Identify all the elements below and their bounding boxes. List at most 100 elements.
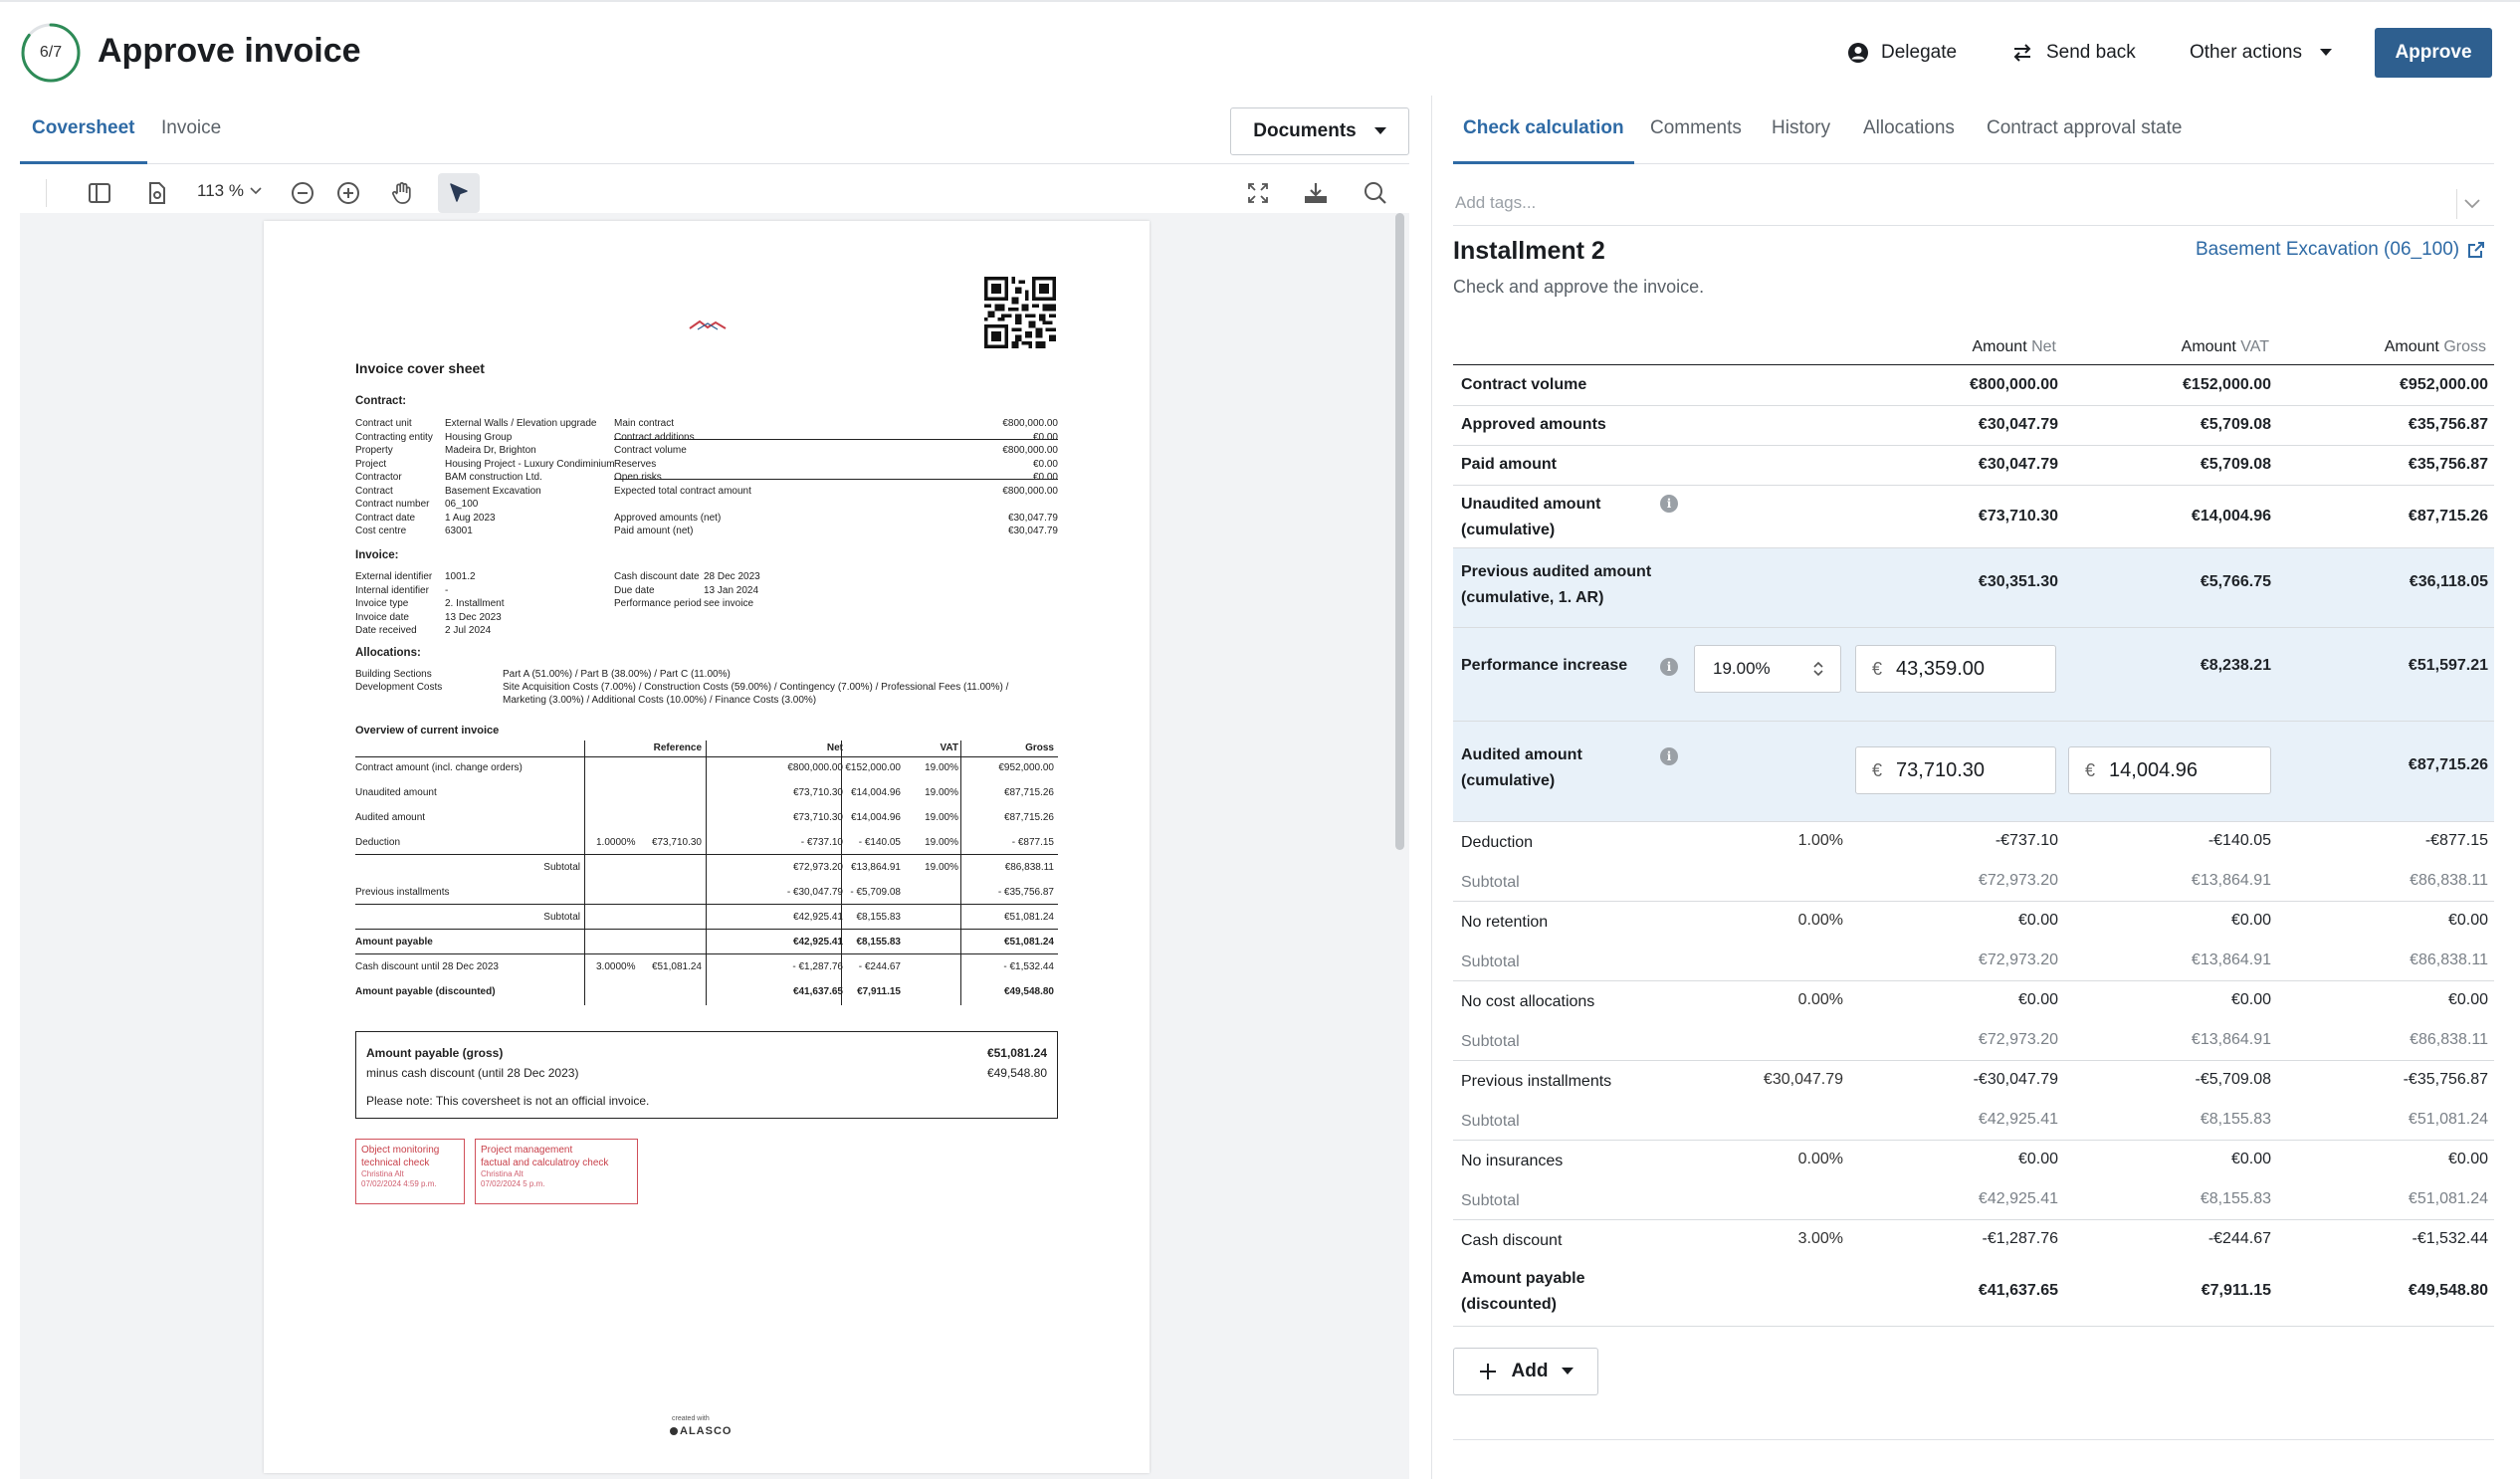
column-header-net: Amount Net — [1972, 338, 2057, 355]
doc-field-value: 1001.2 — [445, 571, 476, 582]
tab-coversheet[interactable]: Coversheet — [32, 117, 135, 139]
top-border — [0, 0, 2520, 2]
calc-row-cash-discount: Cash discount 3.00% -€1,287.76 -€244.67 -€1,… — [1453, 1228, 2494, 1256]
calc-row-approved: Approved amounts €30,047.79 €5,709.08 €35,7… — [1453, 412, 2494, 444]
doc-field-label: Contract number — [355, 499, 430, 510]
percent-value: 19.00% — [1713, 659, 1771, 678]
alloc-building-value: Part A (51.00%) / Part B (38.00%) / Part… — [503, 669, 731, 680]
calc-row-unaudited: Unaudited amount (cumulative) €73,710.30 €1… — [1453, 492, 2494, 547]
alloc-dev-value-1: Site Acquisition Costs (7.00%) / Constru… — [503, 682, 1009, 693]
audited-vat-input[interactable]: €14,004.96 — [2068, 746, 2271, 794]
stepper-arrows-icon[interactable] — [1812, 660, 1824, 678]
row-label: Previous installments — [1461, 1073, 1612, 1090]
tags-input[interactable]: Add tags... — [1455, 193, 1536, 213]
page-settings-icon[interactable] — [139, 175, 175, 211]
row-gross: €51,081.24 — [2408, 1190, 2488, 1207]
progress-label: 6/7 — [39, 44, 63, 61]
qr-code — [984, 277, 1056, 348]
row-vat: -€140.05 — [2207, 832, 2271, 849]
doc-field-label: Contract — [355, 485, 393, 497]
ov-col-rule — [841, 740, 842, 1005]
brand-logo-icon — [670, 1427, 678, 1435]
doc-field-value: Housing Group — [445, 431, 513, 443]
doc-field-label: Due date — [614, 584, 655, 596]
performance-net-input[interactable]: €43,359.00 — [1855, 645, 2056, 693]
row-percent: 0.00% — [1797, 912, 1843, 929]
send-back-button[interactable]: Send back — [2010, 36, 2136, 70]
other-actions-dropdown[interactable]: Other actions — [2190, 36, 2332, 70]
other-actions-label: Other actions — [2190, 42, 2302, 63]
approve-button[interactable]: Approve — [2375, 28, 2492, 78]
ov-rule — [355, 756, 1058, 757]
row-divider — [1453, 485, 2494, 486]
delegate-button[interactable]: Delegate — [1847, 36, 1957, 70]
doc-field-label: Contract volume — [614, 445, 687, 456]
row-label: No cost allocations — [1461, 993, 1595, 1010]
panel-separator — [1431, 96, 1432, 1479]
select-pointer-icon[interactable] — [438, 173, 480, 213]
row-vat: -€5,709.08 — [2195, 1071, 2271, 1088]
tab-comments[interactable]: Comments — [1650, 117, 1742, 139]
ov-col-rule — [960, 740, 961, 1005]
doc-field-label: Contract date — [355, 512, 416, 524]
row-label: Cash discount — [1461, 1232, 1563, 1249]
pan-hand-icon[interactable] — [384, 175, 420, 211]
tab-history[interactable]: History — [1772, 117, 1830, 139]
search-icon[interactable] — [1358, 175, 1393, 211]
row-gross: €36,118.05 — [2409, 573, 2488, 590]
info-icon[interactable]: i — [1660, 658, 1678, 676]
zoom-out-icon[interactable] — [285, 175, 320, 211]
doc-field-label: Invoice type — [355, 598, 409, 609]
stamp-line: technical check — [361, 1158, 430, 1168]
calc-row-subtotal: Subtotal €72,973.20 €13,864.91 €86,838.11 — [1453, 1029, 2494, 1057]
row-gross: €35,756.87 — [2408, 416, 2488, 433]
sidebar-toggle-icon[interactable] — [82, 175, 117, 211]
ov-row-gross: €49,548.80 — [1003, 986, 1054, 997]
fullscreen-icon[interactable] — [1240, 175, 1276, 211]
row-net: €42,925.41 — [1978, 1111, 2058, 1128]
ov-rule — [355, 904, 1058, 905]
documents-dropdown[interactable]: Documents — [1230, 107, 1409, 155]
audited-net-input[interactable]: €73,710.30 — [1855, 746, 2056, 794]
contract-link[interactable]: Basement Excavation (06_100) — [2196, 239, 2485, 261]
viewer-scrollbar[interactable] — [1395, 213, 1404, 850]
row-gross: €86,838.11 — [2410, 872, 2488, 889]
performance-percent-stepper[interactable]: 19.00% — [1694, 645, 1841, 693]
currency-symbol: € — [1872, 759, 1883, 780]
row-label: Subtotal — [1461, 874, 1520, 891]
tags-chevron-down-icon[interactable] — [2456, 189, 2486, 219]
doc-field-label: Internal identifier — [355, 584, 429, 596]
row-net: €0.00 — [2017, 991, 2058, 1008]
ov-row-net: - €737.10 — [800, 837, 843, 848]
info-icon[interactable]: i — [1660, 495, 1678, 513]
calc-row-subtotal: Subtotal €42,925.41 €8,155.83 €51,081.24 — [1453, 1109, 2494, 1137]
add-button[interactable]: Add — [1453, 1348, 1598, 1395]
row-label: Performance increase — [1461, 657, 1628, 674]
row-gross: -€1,532.44 — [2412, 1230, 2488, 1247]
tab-check-calculation[interactable]: Check calculation — [1463, 117, 1624, 139]
zoom-in-icon[interactable] — [330, 175, 366, 211]
ov-row-label: Subtotal — [543, 912, 580, 923]
zoom-select[interactable]: 113 % — [197, 181, 262, 201]
row-divider — [1453, 445, 2494, 446]
row-label: (cumulative) — [1461, 522, 1556, 538]
row-gross: €49,548.80 — [2408, 1282, 2488, 1299]
ov-row-net: - €30,047.79 — [786, 887, 843, 898]
doc-field-value: 2. Installment — [445, 598, 505, 609]
caret-down-icon — [2320, 49, 2332, 56]
info-icon[interactable]: i — [1660, 747, 1678, 765]
tab-invoice[interactable]: Invoice — [161, 117, 221, 139]
ov-row-label: Subtotal — [543, 862, 580, 873]
ov-row-gross: €51,081.24 — [1003, 912, 1054, 923]
column-header-gross: Amount Gross — [2384, 338, 2486, 355]
row-net: €72,973.20 — [1978, 951, 2058, 968]
doc-field-label: Cost centre — [355, 526, 407, 536]
tab-contract-approval-state[interactable]: Contract approval state — [1987, 117, 2182, 139]
doc-field-value: 63001 — [445, 526, 473, 536]
tab-allocations[interactable]: Allocations — [1863, 117, 1955, 139]
row-vat: €8,238.21 — [2200, 657, 2271, 674]
download-icon[interactable] — [1298, 175, 1334, 211]
calc-row-no-cost-allocations: No cost allocations 0.00% €0.00 €0.00 €0.00 — [1453, 989, 2494, 1017]
approval-stamp-technical: Object monitoring technical check Christ… — [355, 1139, 465, 1204]
delegate-label: Delegate — [1881, 42, 1958, 63]
